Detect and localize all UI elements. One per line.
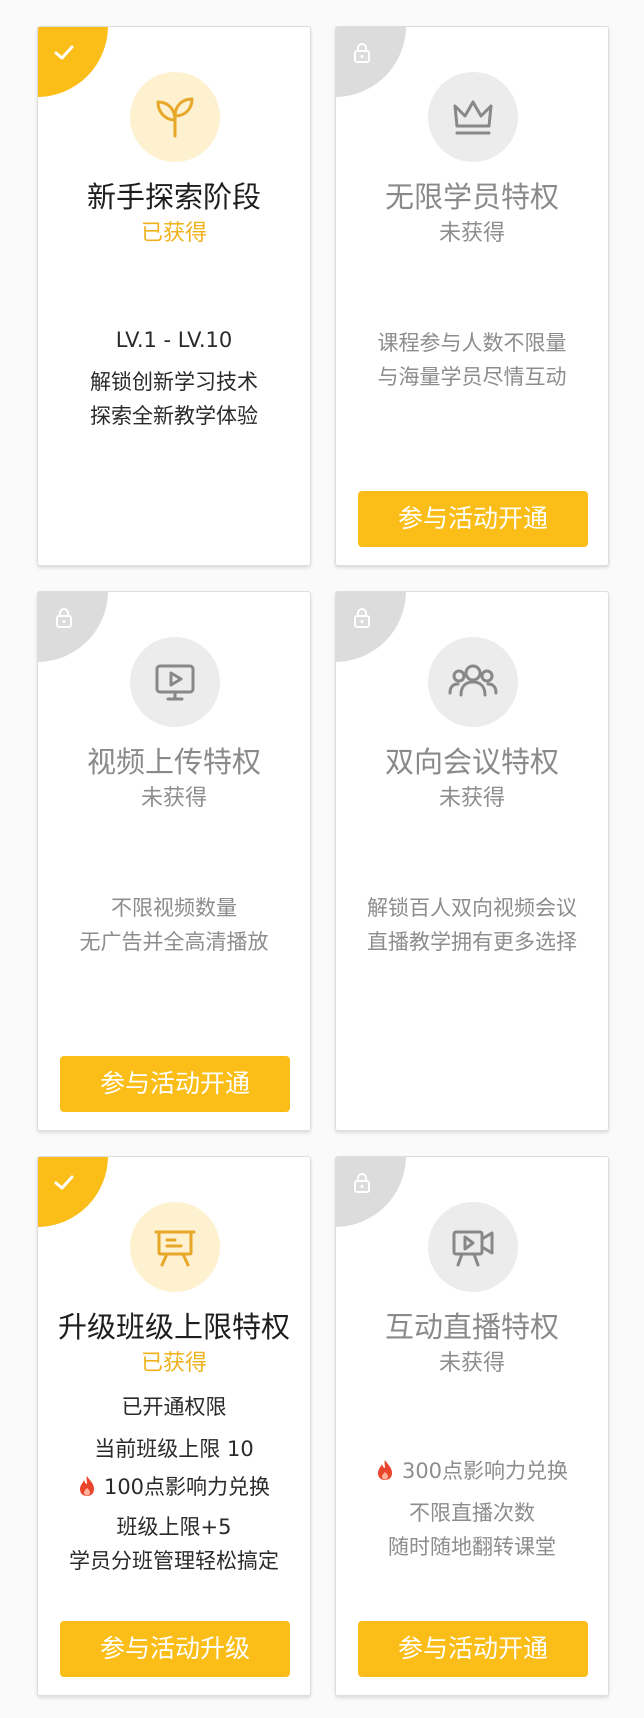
privilege-status: 未获得 [438,221,505,246]
video-camera-icon [428,1202,518,1292]
privilege-card-two-way-meeting[interactable]: 双向会议特权 未获得 解锁百人双向视频会议 直播教学拥有更多选择 [335,591,609,1131]
privilege-info: 已开通权限 [121,1395,227,1419]
video-screen-icon [130,637,220,727]
join-activity-button[interactable]: 参与活动开通 [60,1056,290,1112]
points-exchange: 100点影响力兑换 [38,1473,310,1501]
privilege-status: 已获得 [140,221,207,246]
privilege-status: 未获得 [438,1351,505,1376]
points-exchange-label: 100点影响力兑换 [103,1475,271,1499]
privilege-desc: 直播教学拥有更多选择 [367,930,577,954]
lock-icon [354,608,370,628]
crown-icon [428,72,518,162]
privilege-status: 未获得 [140,786,207,811]
lock-icon [354,43,370,63]
privilege-desc: 与海量学员尽情互动 [377,365,567,389]
class-limit-current: 当前班级上限 10 [94,1437,254,1461]
points-exchange: 300点影响力兑换 [336,1457,608,1485]
privilege-desc: 课程参与人数不限量 [377,331,567,355]
presentation-board-icon [130,1202,220,1292]
privilege-status: 已获得 [140,1351,207,1376]
level-range: LV.1 - LV.10 [115,328,233,352]
points-exchange-label: 300点影响力兑换 [401,1459,569,1483]
privilege-desc: 解锁创新学习技术 [90,370,258,394]
class-limit-bonus: 班级上限+5 [116,1515,232,1539]
privilege-desc: 探索全新教学体验 [90,404,258,428]
lock-icon [354,1173,370,1193]
privilege-title: 互动直播特权 [384,1310,559,1344]
sprout-icon [130,72,220,162]
privilege-card-unlimited-students[interactable]: 无限学员特权 未获得 课程参与人数不限量 与海量学员尽情互动 参与活动开通 [335,26,609,566]
privilege-desc: 随时随地翻转课堂 [388,1535,556,1559]
check-icon [54,45,74,60]
privilege-card-class-limit[interactable]: 升级班级上限特权 已获得 已开通权限 当前班级上限 10 100点影响力兑换 班… [37,1156,311,1696]
privilege-desc: 学员分班管理轻松搞定 [69,1549,279,1573]
join-activity-button[interactable]: 参与活动开通 [358,1621,588,1677]
lock-icon [56,608,72,628]
privilege-card-live-interaction[interactable]: 互动直播特权 未获得 300点影响力兑换 不限直播次数 随时随地翻转课堂 参与活… [335,1156,609,1696]
flame-icon [79,1476,94,1496]
privilege-card-video-upload[interactable]: 视频上传特权 未获得 不限视频数量 无广告并全高清播放 参与活动开通 [37,591,311,1131]
join-activity-button[interactable]: 参与活动开通 [358,491,588,547]
privilege-card-explorer[interactable]: 新手探索阶段 已获得 LV.1 - LV.10 解锁创新学习技术 探索全新教学体… [37,26,311,566]
privilege-title: 新手探索阶段 [86,180,261,214]
privilege-desc: 无广告并全高清播放 [79,930,269,954]
flame-icon [377,1460,392,1480]
privilege-desc: 解锁百人双向视频会议 [367,896,577,920]
privilege-title: 无限学员特权 [384,180,559,214]
join-activity-upgrade-button[interactable]: 参与活动升级 [60,1621,290,1677]
privilege-status: 未获得 [438,786,505,811]
privilege-desc: 不限视频数量 [111,896,237,920]
privilege-title: 升级班级上限特权 [57,1310,290,1344]
privilege-title: 视频上传特权 [86,745,261,779]
privilege-desc: 不限直播次数 [409,1501,535,1525]
privilege-title: 双向会议特权 [384,745,559,779]
group-icon [428,637,518,727]
privilege-grid: 新手探索阶段 已获得 LV.1 - LV.10 解锁创新学习技术 探索全新教学体… [0,0,644,1718]
check-icon [54,1175,74,1190]
